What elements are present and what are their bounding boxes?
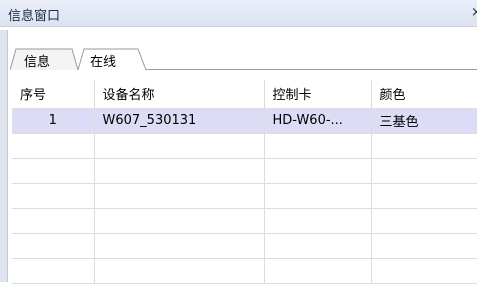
cell-index xyxy=(12,158,95,184)
column-header-index[interactable]: 序号 xyxy=(12,80,95,109)
column-header-control-card[interactable]: 控制卡 xyxy=(264,80,372,109)
table-row[interactable] xyxy=(12,133,477,159)
cell-index xyxy=(12,233,95,259)
cell-control-card: HD-W60-... xyxy=(264,108,372,134)
cell-device-name xyxy=(94,233,265,259)
table-row[interactable] xyxy=(12,258,477,284)
table-row[interactable] xyxy=(12,233,477,259)
cell-color xyxy=(371,183,477,209)
column-header-color[interactable]: 颜色 xyxy=(371,80,477,109)
device-table: 序号 设备名称 控制卡 颜色 1 W607_530131 HD-W60-... … xyxy=(12,80,477,284)
table-header-row: 序号 设备名称 控制卡 颜色 xyxy=(12,80,477,109)
cell-color xyxy=(371,208,477,234)
cell-control-card xyxy=(264,133,372,159)
cell-color xyxy=(371,133,477,159)
close-icon[interactable]: × xyxy=(471,5,477,20)
window-titlebar[interactable]: 信息窗口 × xyxy=(0,0,477,27)
cell-color xyxy=(371,233,477,259)
window-left-border xyxy=(0,30,8,282)
cell-device-name xyxy=(94,133,265,159)
cell-control-card xyxy=(264,258,372,284)
cell-control-card xyxy=(264,183,372,209)
cell-index xyxy=(12,208,95,234)
tab-info[interactable]: 信息 xyxy=(24,51,50,70)
cell-color xyxy=(371,258,477,284)
cell-device-name xyxy=(94,208,265,234)
column-header-device-name[interactable]: 设备名称 xyxy=(94,80,265,109)
table-row[interactable] xyxy=(12,158,477,184)
cell-device-name: W607_530131 xyxy=(94,108,265,134)
tab-bar: 信息 在线 xyxy=(10,46,477,70)
table-row[interactable] xyxy=(12,208,477,234)
cell-index xyxy=(12,183,95,209)
table-row[interactable] xyxy=(12,183,477,209)
tab-online[interactable]: 在线 xyxy=(90,51,116,70)
cell-device-name xyxy=(94,183,265,209)
tab-outline xyxy=(10,48,477,70)
window-title: 信息窗口 xyxy=(8,9,61,24)
cell-control-card xyxy=(264,158,372,184)
cell-color: 三基色 xyxy=(371,108,477,134)
cell-index xyxy=(12,258,95,284)
cell-color xyxy=(371,158,477,184)
cell-index: 1 xyxy=(12,108,95,134)
cell-index xyxy=(12,133,95,159)
cell-control-card xyxy=(264,208,372,234)
cell-control-card xyxy=(264,233,372,259)
cell-device-name xyxy=(94,258,265,284)
info-window: 信息窗口 × 信息 在线 序号 设备名称 控制卡 颜色 1 W607_53013… xyxy=(0,0,477,284)
cell-device-name xyxy=(94,158,265,184)
table-row[interactable]: 1 W607_530131 HD-W60-... 三基色 xyxy=(12,108,477,134)
